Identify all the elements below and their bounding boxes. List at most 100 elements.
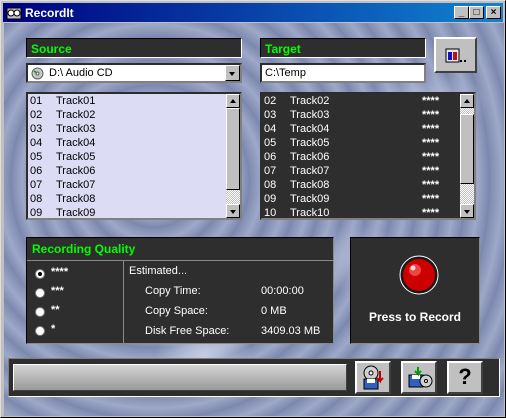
- cd-drive-icon: [31, 67, 44, 80]
- track-number: 04: [30, 137, 43, 149]
- recording-quality-panel: Recording Quality **** *** ** * Estimate…: [26, 237, 334, 344]
- track-number: 05: [264, 137, 277, 149]
- target-track-list[interactable]: 02 Track02 **** 03 Track03 **** 04 Track04 **** 0…: [260, 92, 476, 220]
- target-track-row[interactable]: 06 Track06 ****: [264, 150, 460, 164]
- quality-option-1-label: *: [51, 323, 56, 335]
- track-number: 07: [30, 179, 43, 191]
- cd-to-disk-button[interactable]: [355, 361, 391, 394]
- browse-button[interactable]: [434, 37, 477, 73]
- scroll-down-button[interactable]: [460, 204, 474, 218]
- scroll-up-button[interactable]: [460, 94, 474, 108]
- track-name: Track04: [56, 137, 96, 149]
- track-rating: ****: [422, 137, 440, 149]
- dropdown-button[interactable]: [225, 65, 240, 81]
- quality-radio-2[interactable]: [35, 307, 45, 317]
- record-button[interactable]: Press to Record: [350, 237, 480, 344]
- quality-radio-1[interactable]: [35, 326, 45, 336]
- source-track-row[interactable]: 08 Track08: [30, 192, 226, 206]
- track-name: Track07: [290, 165, 330, 177]
- help-button[interactable]: ?: [447, 361, 483, 394]
- copy-space-label: Copy Space:: [145, 305, 208, 317]
- copy-space-value: 0 MB: [261, 305, 287, 317]
- track-rating: ****: [422, 165, 440, 177]
- title-bar[interactable]: RecordIt _ □ ×: [3, 3, 503, 22]
- source-track-row[interactable]: 01 Track01: [30, 94, 226, 108]
- target-track-row[interactable]: 08 Track08 ****: [264, 178, 460, 192]
- track-name: Track08: [56, 193, 96, 205]
- quality-header: Recording Quality: [32, 242, 136, 256]
- target-track-row[interactable]: 10 Track10 ****: [264, 206, 460, 219]
- source-track-row[interactable]: 07 Track07: [30, 178, 226, 192]
- quality-radio-4[interactable]: [35, 269, 45, 279]
- target-scrollbar[interactable]: [460, 94, 474, 218]
- track-rating: ****: [422, 151, 440, 163]
- source-track-list[interactable]: 01 Track01 02 Track02 03 Track03 04 Track04 05 Tr…: [26, 92, 242, 220]
- maximize-icon: □: [473, 7, 480, 18]
- track-number: 02: [30, 109, 43, 121]
- track-rating: ****: [422, 193, 440, 205]
- track-name: Track02: [290, 95, 330, 107]
- scroll-thumb[interactable]: [460, 114, 474, 184]
- folder-browse-icon: [445, 48, 466, 63]
- track-name: Track06: [290, 151, 330, 163]
- source-track-row[interactable]: 03 Track03: [30, 122, 226, 136]
- source-track-row[interactable]: 04 Track04: [30, 136, 226, 150]
- track-name: Track05: [56, 151, 96, 163]
- track-name: Track08: [290, 179, 330, 191]
- help-icon: ?: [458, 364, 472, 389]
- close-icon: ×: [490, 7, 497, 18]
- source-track-row[interactable]: 06 Track06: [30, 164, 226, 178]
- record-icon: [399, 255, 439, 295]
- source-track-row[interactable]: 02 Track02: [30, 108, 226, 122]
- arrow-up-icon: [230, 99, 236, 103]
- target-track-row[interactable]: 02 Track02 ****: [264, 94, 460, 108]
- target-header: Target: [260, 38, 426, 58]
- scroll-thumb[interactable]: [226, 108, 240, 190]
- status-bar: [13, 364, 347, 391]
- track-number: 08: [30, 193, 43, 205]
- track-number: 03: [264, 109, 277, 121]
- track-name: Track05: [290, 137, 330, 149]
- source-track-row[interactable]: 05 Track05: [30, 150, 226, 164]
- track-name: Track06: [56, 165, 96, 177]
- source-drive-select[interactable]: D:\ Audio CD: [26, 63, 242, 83]
- close-button[interactable]: ×: [486, 6, 501, 19]
- copy-time-label: Copy Time:: [145, 285, 201, 297]
- disk-to-cd-icon: [408, 367, 433, 388]
- track-number: 03: [30, 123, 43, 135]
- track-number: 10: [264, 207, 277, 219]
- track-name: Track09: [290, 193, 330, 205]
- app-icon: [6, 7, 22, 20]
- minimize-icon: _: [458, 7, 465, 18]
- minimize-button[interactable]: _: [454, 6, 469, 19]
- track-rating: ****: [422, 207, 440, 219]
- track-number: 02: [264, 95, 277, 107]
- source-track-row[interactable]: 09 Track09: [30, 206, 226, 218]
- track-rating: ****: [422, 95, 440, 107]
- target-track-row[interactable]: 09 Track09 ****: [264, 192, 460, 206]
- scroll-up-button[interactable]: [226, 94, 240, 108]
- recordit-window: RecordIt _ □ × Source D:\ Audio CD 01 Tra…: [0, 0, 506, 418]
- disk-to-cd-button[interactable]: [401, 361, 437, 394]
- track-name: Track01: [56, 95, 96, 107]
- scroll-down-button[interactable]: [226, 204, 240, 218]
- source-scrollbar[interactable]: [226, 94, 240, 218]
- maximize-button[interactable]: □: [469, 6, 484, 19]
- target-path-field[interactable]: C:\Temp: [260, 63, 426, 83]
- track-name: Track10: [290, 207, 330, 219]
- target-track-row[interactable]: 07 Track07 ****: [264, 164, 460, 178]
- target-track-row[interactable]: 03 Track03 ****: [264, 108, 460, 122]
- track-number: 07: [264, 165, 277, 177]
- track-rating: ****: [422, 109, 440, 121]
- target-track-row[interactable]: 04 Track04 ****: [264, 122, 460, 136]
- track-rating: ****: [422, 179, 440, 191]
- quality-radio-3[interactable]: [35, 288, 45, 298]
- track-name: Track07: [56, 179, 96, 191]
- track-number: 08: [264, 179, 277, 191]
- disk-free-value: 3409.03 MB: [261, 325, 321, 337]
- target-track-row[interactable]: 05 Track05 ****: [264, 136, 460, 150]
- disk-free-label: Disk Free Space:: [145, 325, 230, 337]
- track-number: 06: [264, 151, 277, 163]
- arrow-down-icon: [464, 210, 470, 214]
- source-drive-value: D:\ Audio CD: [49, 67, 113, 79]
